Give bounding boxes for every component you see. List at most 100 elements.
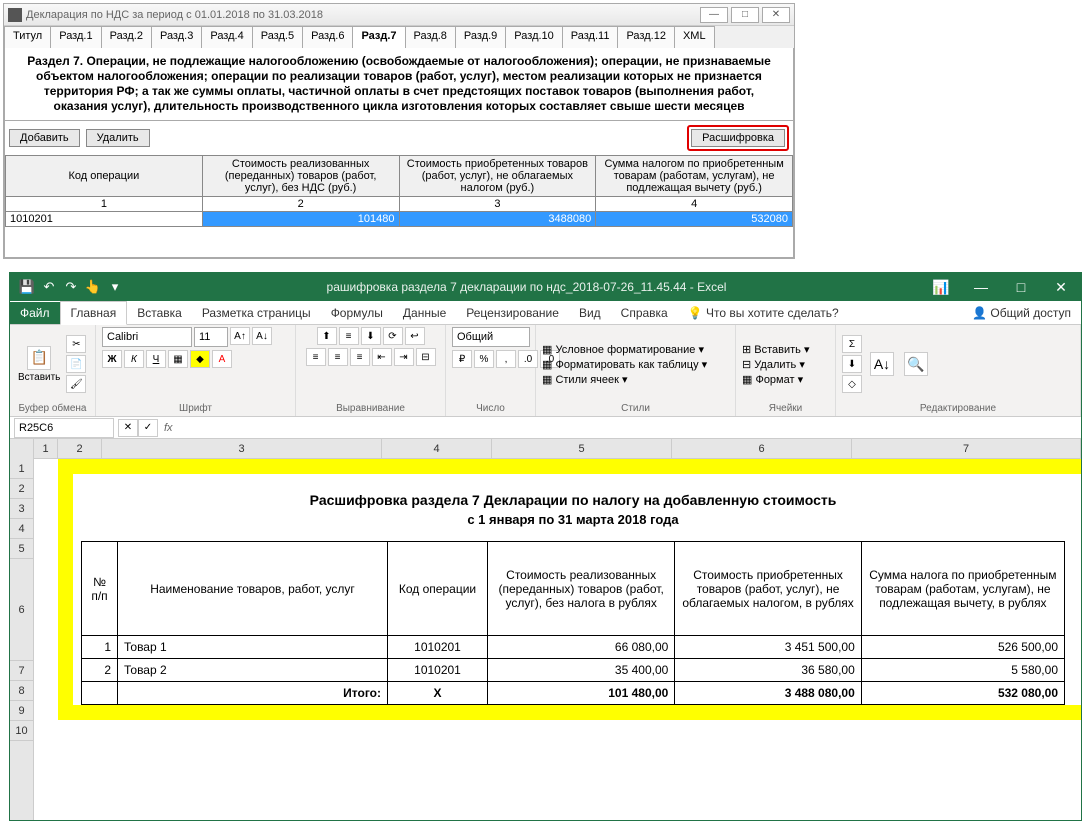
- save-icon[interactable]: 💾: [18, 278, 36, 296]
- formula-input[interactable]: [179, 418, 1081, 438]
- tab-razd1[interactable]: Разд.1: [50, 26, 101, 48]
- row-header[interactable]: 8: [10, 681, 33, 701]
- align-left-icon[interactable]: ≡: [306, 348, 326, 366]
- row-header[interactable]: 3: [10, 499, 33, 519]
- tab-formulas[interactable]: Формулы: [321, 302, 393, 324]
- undo-icon[interactable]: ↶: [40, 278, 58, 296]
- underline-icon[interactable]: Ч: [146, 350, 166, 368]
- font-size-input[interactable]: [194, 327, 228, 347]
- col-header[interactable]: 7: [852, 439, 1081, 458]
- tab-pagelayout[interactable]: Разметка страницы: [192, 302, 321, 324]
- qat-dropdown-icon[interactable]: ▾: [106, 278, 124, 296]
- tab-razd7[interactable]: Разд.7: [352, 26, 405, 48]
- merge-icon[interactable]: ⊟: [416, 348, 436, 366]
- tab-razd8[interactable]: Разд.8: [405, 26, 456, 48]
- col-header[interactable]: 5: [492, 439, 672, 458]
- cancel-icon[interactable]: ✕: [118, 419, 138, 437]
- font-name-input[interactable]: [102, 327, 192, 347]
- total-row[interactable]: Итого: Х 101 480,00 3 488 080,00 532 080…: [82, 682, 1065, 705]
- col-header[interactable]: 4: [382, 439, 492, 458]
- cell-val[interactable]: 532080: [596, 212, 793, 227]
- tab-razd10[interactable]: Разд.10: [505, 26, 562, 48]
- comma-icon[interactable]: ,: [496, 350, 516, 368]
- border-icon[interactable]: ▦: [168, 350, 188, 368]
- tab-help[interactable]: Справка: [611, 302, 678, 324]
- align-center-icon[interactable]: ≡: [328, 348, 348, 366]
- tab-view[interactable]: Вид: [569, 302, 611, 324]
- col-header[interactable]: 6: [672, 439, 852, 458]
- bold-icon[interactable]: Ж: [102, 350, 122, 368]
- row-header[interactable]: 2: [10, 479, 33, 499]
- row-header[interactable]: 4: [10, 519, 33, 539]
- minimize-button[interactable]: —: [961, 279, 1001, 296]
- insert-cells-button[interactable]: ⊞ Вставить ▾: [742, 343, 810, 356]
- col-header[interactable]: 1: [34, 439, 58, 458]
- paste-button[interactable]: 📋 Вставить: [16, 344, 62, 385]
- align-bottom-icon[interactable]: ⬇: [361, 327, 381, 345]
- indent-dec-icon[interactable]: ⇤: [372, 348, 392, 366]
- worksheet[interactable]: 1 2 3 4 5 6 7 8 9 10 1 2 3 4 5 6 7 Расш: [10, 439, 1081, 820]
- fill-color-icon[interactable]: ◆: [190, 350, 210, 368]
- cell-styles-button[interactable]: ▦ Стили ячеек ▾: [542, 373, 707, 386]
- touch-mode-icon[interactable]: 👆: [84, 278, 102, 296]
- row-header[interactable]: 10: [10, 721, 33, 741]
- tab-titul[interactable]: Титул: [4, 26, 51, 48]
- tab-razd12[interactable]: Разд.12: [617, 26, 674, 48]
- table-row[interactable]: 1010201 101480 3488080 532080: [6, 212, 793, 227]
- operations-grid[interactable]: Код операции Стоимость реализованных (пе…: [5, 155, 793, 227]
- share-button[interactable]: 👤 Общий доступ: [962, 302, 1081, 324]
- tell-me[interactable]: 💡 Что вы хотите сделать?: [678, 302, 849, 324]
- redo-icon[interactable]: ↷: [62, 278, 80, 296]
- table-row[interactable]: 1 Товар 1 1010201 66 080,00 3 451 500,00…: [82, 636, 1065, 659]
- add-button[interactable]: Добавить: [9, 129, 80, 147]
- format-cells-button[interactable]: ▦ Формат ▾: [742, 373, 810, 386]
- delete-cells-button[interactable]: ⊟ Удалить ▾: [742, 358, 810, 371]
- cell-val[interactable]: 101480: [202, 212, 399, 227]
- align-right-icon[interactable]: ≡: [350, 348, 370, 366]
- clear-icon[interactable]: ◇: [842, 375, 862, 393]
- cell-code[interactable]: 1010201: [6, 212, 203, 227]
- tab-review[interactable]: Рецензирование: [456, 302, 569, 324]
- tab-razd9[interactable]: Разд.9: [455, 26, 506, 48]
- tab-razd4[interactable]: Разд.4: [201, 26, 252, 48]
- tab-home[interactable]: Главная: [60, 301, 128, 325]
- ribbon-options-icon[interactable]: 📊: [921, 279, 961, 296]
- col-header[interactable]: 3: [102, 439, 382, 458]
- tab-xml[interactable]: XML: [674, 26, 715, 48]
- close-button[interactable]: ✕: [1041, 279, 1081, 296]
- indent-inc-icon[interactable]: ⇥: [394, 348, 414, 366]
- font-color-icon[interactable]: A: [212, 350, 232, 368]
- table-row[interactable]: 2 Товар 2 1010201 35 400,00 36 580,00 5 …: [82, 659, 1065, 682]
- currency-icon[interactable]: ₽: [452, 350, 472, 368]
- cell-val[interactable]: 3488080: [399, 212, 596, 227]
- tab-razd3[interactable]: Разд.3: [151, 26, 202, 48]
- row-header[interactable]: 6: [10, 559, 33, 661]
- orientation-icon[interactable]: ⟳: [383, 327, 403, 345]
- tab-data[interactable]: Данные: [393, 302, 456, 324]
- tab-razd11[interactable]: Разд.11: [562, 26, 619, 48]
- find-select-button[interactable]: 🔍: [902, 350, 930, 378]
- number-format-input[interactable]: [452, 327, 530, 347]
- format-as-table-button[interactable]: ▦ Форматировать как таблицу ▾: [542, 358, 707, 371]
- conditional-formatting-button[interactable]: ▦ Условное форматирование ▾: [542, 343, 707, 356]
- enter-icon[interactable]: ✓: [138, 419, 158, 437]
- name-box[interactable]: [14, 418, 114, 438]
- align-middle-icon[interactable]: ≡: [339, 327, 359, 345]
- row-header[interactable]: 9: [10, 701, 33, 721]
- minimize-button[interactable]: —: [700, 7, 728, 23]
- row-header[interactable]: 1: [10, 459, 33, 479]
- row-header[interactable]: 7: [10, 661, 33, 681]
- cut-icon[interactable]: ✂: [66, 335, 86, 353]
- align-top-icon[interactable]: ⬆: [317, 327, 337, 345]
- increase-font-icon[interactable]: A↑: [230, 327, 250, 345]
- close-button[interactable]: ✕: [762, 7, 790, 23]
- copy-icon[interactable]: 📄: [66, 355, 86, 373]
- maximize-button[interactable]: □: [1001, 279, 1041, 296]
- tab-razd6[interactable]: Разд.6: [302, 26, 353, 48]
- tab-file[interactable]: Файл: [10, 302, 60, 324]
- col-header[interactable]: 2: [58, 439, 102, 458]
- wrap-text-icon[interactable]: ↩: [405, 327, 425, 345]
- percent-icon[interactable]: %: [474, 350, 494, 368]
- decrease-font-icon[interactable]: A↓: [252, 327, 272, 345]
- tab-razd2[interactable]: Разд.2: [101, 26, 152, 48]
